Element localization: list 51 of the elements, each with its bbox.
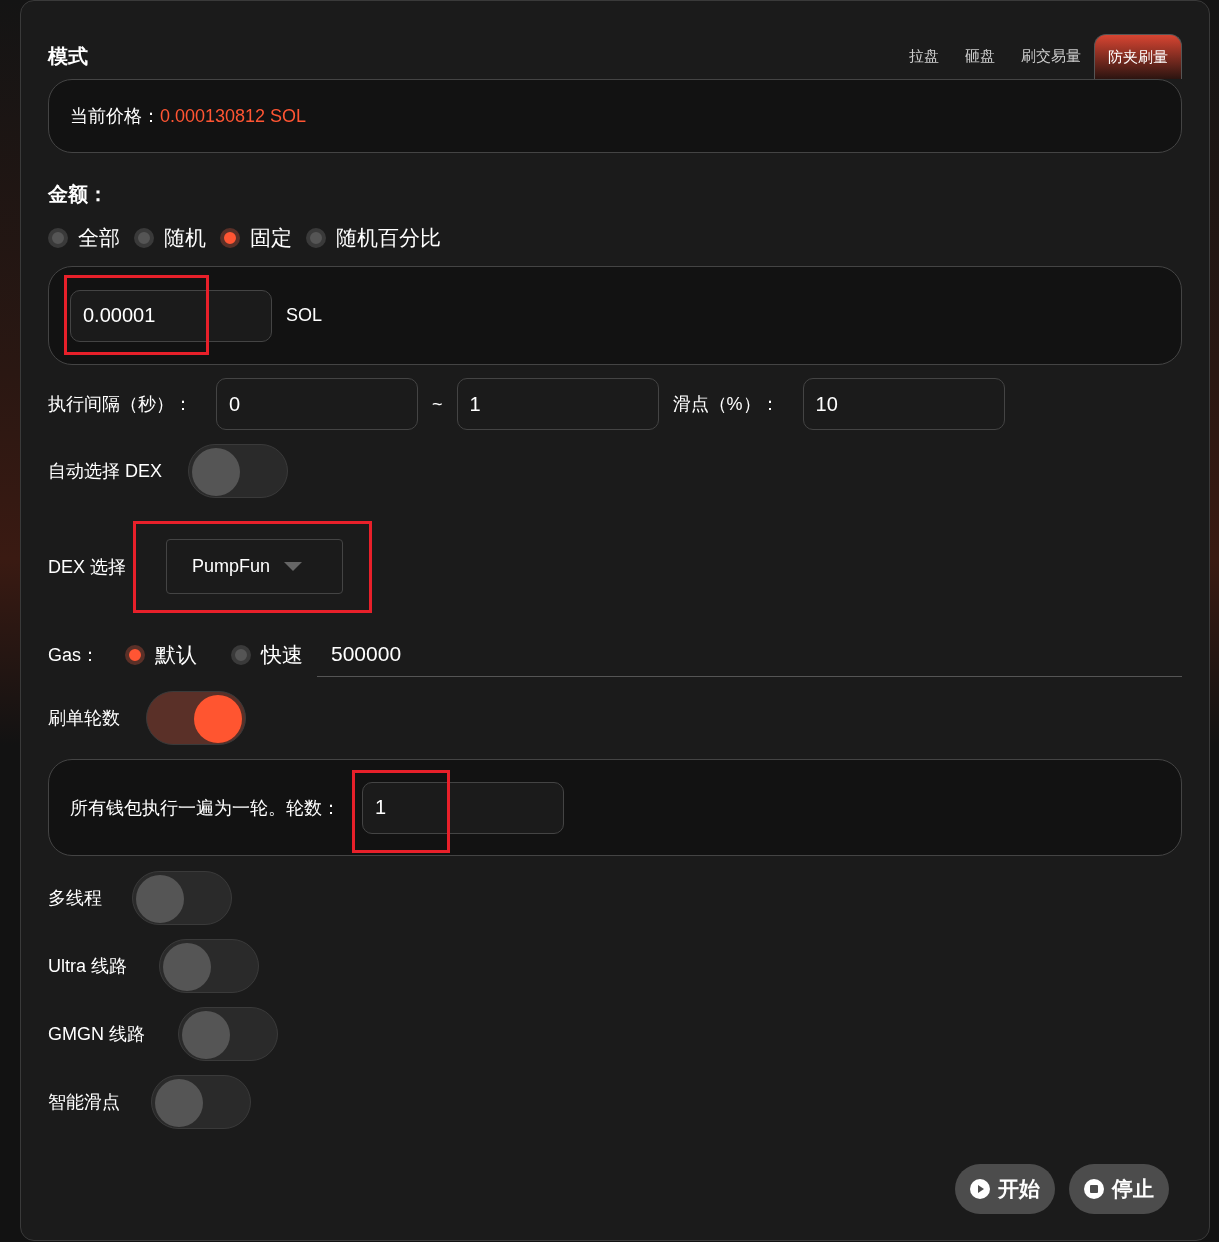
rounds-input[interactable]: 1 — [362, 781, 564, 834]
mode-tab[interactable]: 砸盘 — [952, 34, 1008, 79]
radio-label: 随机百分比 — [336, 225, 441, 251]
toggle-switch[interactable] — [146, 691, 246, 745]
radio-option[interactable]: 默认 — [125, 640, 197, 669]
radio-option[interactable]: 快速 — [231, 640, 303, 669]
option-label: GMGN 线路 — [48, 1023, 146, 1046]
interval-label: 执行间隔（秒）： — [48, 393, 192, 416]
toggle-switch[interactable] — [132, 871, 232, 925]
radio-label: 快速 — [261, 641, 303, 668]
amount-input[interactable]: 0.00001 — [70, 289, 272, 342]
radio-option[interactable]: 固定 — [220, 224, 292, 252]
stop-button[interactable]: 停止 — [1069, 1164, 1169, 1214]
slippage-label: 滑点（%）： — [672, 393, 779, 416]
mode-tab[interactable]: 拉盘 — [896, 34, 952, 79]
option-label: Ultra 线路 — [48, 955, 128, 978]
option-label: 多线程 — [48, 887, 103, 910]
dex-label: DEX 选择 — [48, 555, 126, 579]
dex-select[interactable]: PumpFun — [166, 539, 343, 594]
rounds-hint: 所有钱包执行一遍为一轮。轮数： — [70, 796, 340, 820]
toggle-switch[interactable] — [178, 1007, 278, 1061]
play-icon — [970, 1179, 990, 1199]
price-value: 0.000130812 SOL — [160, 105, 307, 127]
unit-label: SOL — [286, 305, 323, 326]
gas-input[interactable]: 500000 — [317, 632, 1182, 677]
toggle-switch[interactable] — [188, 444, 288, 498]
amount-title: 金额： — [48, 182, 108, 207]
mode-tab[interactable]: 刷交易量 — [1008, 34, 1094, 79]
radio-label: 默认 — [155, 641, 197, 668]
toggle-switch[interactable] — [151, 1075, 251, 1129]
price-label: 当前价格： — [70, 106, 160, 126]
play-button[interactable]: 开始 — [955, 1164, 1055, 1214]
slippage-input[interactable]: 10 — [802, 378, 1005, 430]
interval-max-input[interactable]: 1 — [456, 378, 659, 430]
radio-label: 随机 — [164, 225, 206, 251]
radio-label: 全部 — [78, 225, 120, 251]
section-title: 模式 — [48, 44, 88, 69]
toggle-switch[interactable] — [159, 939, 259, 993]
rounds-label: 刷单轮数 — [48, 707, 120, 730]
option-label: 智能滑点 — [48, 1091, 121, 1114]
radio-option[interactable]: 随机百分比 — [306, 224, 441, 252]
radio-option[interactable]: 随机 — [134, 224, 206, 252]
radio-label: 固定 — [250, 225, 292, 251]
radio-option[interactable]: 全部 — [48, 224, 120, 252]
caret-icon — [284, 562, 303, 571]
mode-tab[interactable]: 防夹刷量 — [1094, 34, 1182, 79]
range-separator: ~ — [432, 393, 443, 415]
auto-dex-label: 自动选择 DEX — [48, 460, 162, 483]
gas-label: Gas： — [48, 643, 99, 667]
interval-min-input[interactable]: 0 — [216, 378, 418, 430]
stop-icon — [1084, 1179, 1104, 1199]
